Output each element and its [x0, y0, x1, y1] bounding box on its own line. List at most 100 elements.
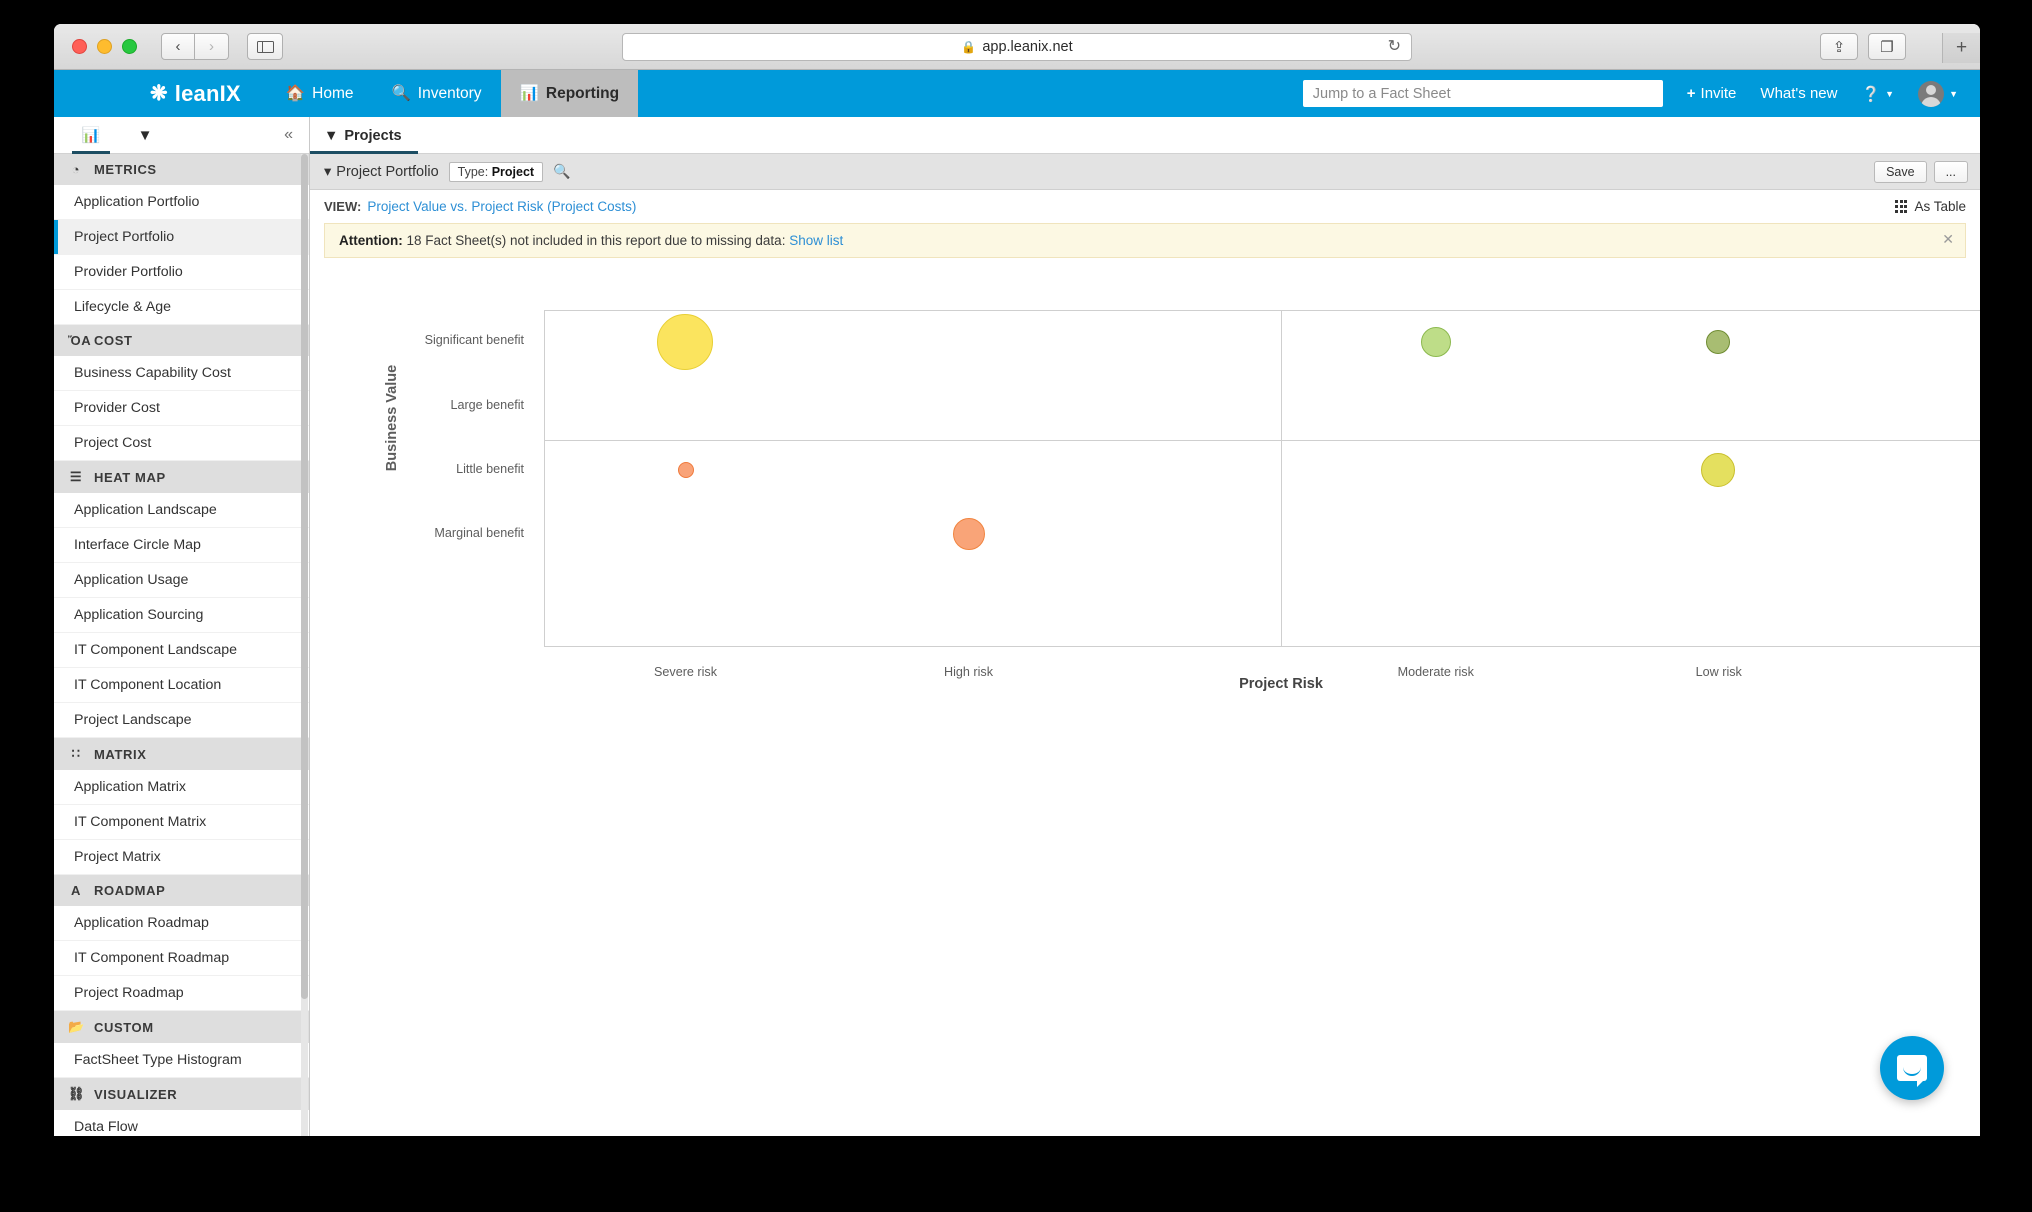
share-icon[interactable]: ⇪ [1820, 33, 1858, 60]
sidebar-toggle-icon[interactable] [247, 33, 283, 60]
sidebar-group-label: COST [94, 333, 133, 348]
more-options-button[interactable]: ... [1933, 160, 1968, 183]
minimize-window-button[interactable] [97, 39, 112, 54]
quadrant-divider-vertical [1281, 311, 1282, 646]
sidebar-item-provider-portfolio[interactable]: Provider Portfolio [54, 255, 309, 290]
sidebar-item-application-roadmap[interactable]: Application Roadmap [54, 906, 309, 941]
sidebar-item-lifecycle-age[interactable]: Lifecycle & Age [54, 290, 309, 325]
sidebar-item-label: Project Matrix [74, 849, 161, 865]
chart-bubble[interactable] [1701, 453, 1736, 488]
user-avatar-icon [1918, 80, 1945, 107]
sidebar-scrollbar[interactable] [301, 154, 308, 1136]
sidebar-group-label: HEAT MAP [94, 469, 166, 485]
breadcrumb-actions: Save ... [1874, 160, 1968, 183]
sidebar-item-label: IT Component Location [74, 677, 222, 693]
sidebar-collapse-button[interactable]: « [284, 126, 293, 144]
type-filter-chip[interactable]: Type: Project [448, 161, 544, 182]
bubble-chart: Business Value Significant benefit Large … [310, 258, 1980, 1136]
as-table-label: As Table [1914, 199, 1966, 214]
show-list-link[interactable]: Show list [789, 233, 843, 248]
y-axis-tick-row: Marginal benefit [310, 526, 534, 540]
sidebar-item-label: Application Landscape [74, 502, 217, 518]
sidebar-item-label: Data Flow [74, 1119, 138, 1135]
new-tab-button[interactable]: + [1942, 33, 1980, 63]
folder-open-icon: 📂 [68, 1019, 85, 1034]
view-name-link[interactable]: Project Value vs. Project Risk (Project … [367, 199, 636, 214]
bar-chart-icon: 📊 [81, 127, 101, 144]
chart-bubble[interactable] [952, 517, 985, 550]
sidebar-scrollbar-thumb[interactable] [301, 154, 308, 999]
alert-strong: Attention: [339, 233, 403, 248]
sidebar-item-it-component-roadmap[interactable]: IT Component Roadmap [54, 941, 309, 976]
chart-bubble[interactable] [656, 314, 713, 371]
leanix-logo[interactable]: ❋ leanIX [54, 70, 267, 117]
sidebar-item-application-sourcing[interactable]: Application Sourcing [54, 598, 309, 633]
save-button[interactable]: Save [1874, 160, 1927, 183]
as-table-button[interactable]: As Table [1895, 199, 1966, 214]
alert-text: 18 Fact Sheet(s) not included in this re… [402, 233, 790, 248]
sidebar-item-project-roadmap[interactable]: Project Roadmap [54, 976, 309, 1011]
sidebar-item-project-cost[interactable]: Project Cost [54, 426, 309, 461]
sidebar-item-application-portfolio[interactable]: Application Portfolio [54, 185, 309, 220]
sidebar-item-interface-circle-map[interactable]: Interface Circle Map [54, 528, 309, 563]
sidebar-item-application-matrix[interactable]: Application Matrix [54, 770, 309, 805]
sidebar-item-project-portfolio[interactable]: Project Portfolio [54, 220, 309, 255]
tab-projects[interactable]: ▼ Projects [310, 128, 418, 154]
breadcrumb[interactable]: ▾ Project Portfolio [324, 164, 439, 180]
tab-projects-label: Projects [344, 128, 402, 144]
leanix-logo-icon: ❋ [150, 82, 168, 105]
sidebar-item-it-component-matrix[interactable]: IT Component Matrix [54, 805, 309, 840]
user-menu[interactable]: ▼ [1918, 80, 1958, 107]
chart-bubble[interactable] [1706, 330, 1731, 355]
sidebar-tab-reports[interactable]: 📊 [64, 117, 118, 154]
sidebar-item-project-matrix[interactable]: Project Matrix [54, 840, 309, 875]
invite-button[interactable]: + Invite [1687, 85, 1737, 102]
sidebar-item-label: Project Landscape [74, 712, 192, 728]
fact-sheet-search-placeholder: Jump to a Fact Sheet [1312, 85, 1451, 102]
plot-area [544, 310, 1980, 647]
sidebar-item-application-landscape[interactable]: Application Landscape [54, 493, 309, 528]
sidebar-item-it-component-landscape[interactable]: IT Component Landscape [54, 633, 309, 668]
sidebar-item-provider-cost[interactable]: Provider Cost [54, 391, 309, 426]
chat-bubble-icon[interactable] [1880, 1036, 1944, 1100]
whats-new-button[interactable]: What's new [1760, 85, 1837, 102]
sidebar-item-business-capability-cost[interactable]: Business Capability Cost [54, 356, 309, 391]
breadcrumb-label: Project Portfolio [336, 163, 439, 180]
nav-item-home[interactable]: 🏠 Home [267, 70, 373, 117]
sidebar-group-metrics: ◔ METRICS [54, 154, 309, 185]
address-bar[interactable]: 🔒 app.leanix.net ↻ [622, 32, 1412, 61]
close-window-button[interactable] [72, 39, 87, 54]
sidebar-item-it-component-location[interactable]: IT Component Location [54, 668, 309, 703]
close-icon[interactable]: ✕ [1942, 231, 1954, 248]
grid-icon: ∷ [71, 746, 81, 761]
reload-icon[interactable]: ↻ [1388, 38, 1401, 55]
nav-item-reporting[interactable]: 📊 Reporting [500, 70, 639, 117]
search-icon[interactable]: 🔍 [553, 163, 570, 180]
fact-sheet-search-input[interactable]: Jump to a Fact Sheet [1302, 80, 1663, 107]
sidebar-item-factsheet-type-histogram[interactable]: FactSheet Type Histogram [54, 1043, 309, 1078]
sidebar-scroll-area[interactable]: ◔ METRICS Application Portfolio Project Por… [54, 154, 309, 1136]
sidebar-item-data-flow[interactable]: Data Flow [54, 1110, 309, 1136]
plus-icon: + [1686, 85, 1696, 102]
help-menu[interactable]: ❔ ▼ [1861, 85, 1894, 103]
lock-icon: 🔒 [961, 39, 977, 54]
caret-down-icon: ▾ [324, 163, 332, 180]
tab-overview-icon[interactable]: ❐ [1868, 33, 1906, 60]
filter-icon: ▼ [137, 126, 153, 144]
sidebar-item-application-usage[interactable]: Application Usage [54, 563, 309, 598]
chart-bubble[interactable] [1420, 327, 1451, 358]
sidebar-item-label: Provider Portfolio [74, 264, 183, 280]
sidebar-item-label: Provider Cost [74, 400, 160, 416]
back-button[interactable]: ‹ [161, 33, 195, 60]
sidebar-item-project-landscape[interactable]: Project Landscape [54, 703, 309, 738]
y-axis-tick-row: Large benefit [310, 398, 534, 412]
maximize-window-button[interactable] [122, 39, 137, 54]
caret-down-icon: ▼ [1885, 88, 1895, 99]
missing-data-alert: Attention: 18 Fact Sheet(s) not included… [324, 223, 1966, 258]
y-axis-tick: Marginal benefit [434, 526, 524, 541]
nav-item-inventory[interactable]: 🔍 Inventory [372, 70, 500, 117]
whats-new-label: What's new [1760, 85, 1838, 102]
sidebar-tab-filter[interactable]: ▼ [118, 117, 172, 154]
chart-bubble[interactable] [678, 462, 695, 479]
forward-button[interactable]: › [195, 33, 229, 60]
